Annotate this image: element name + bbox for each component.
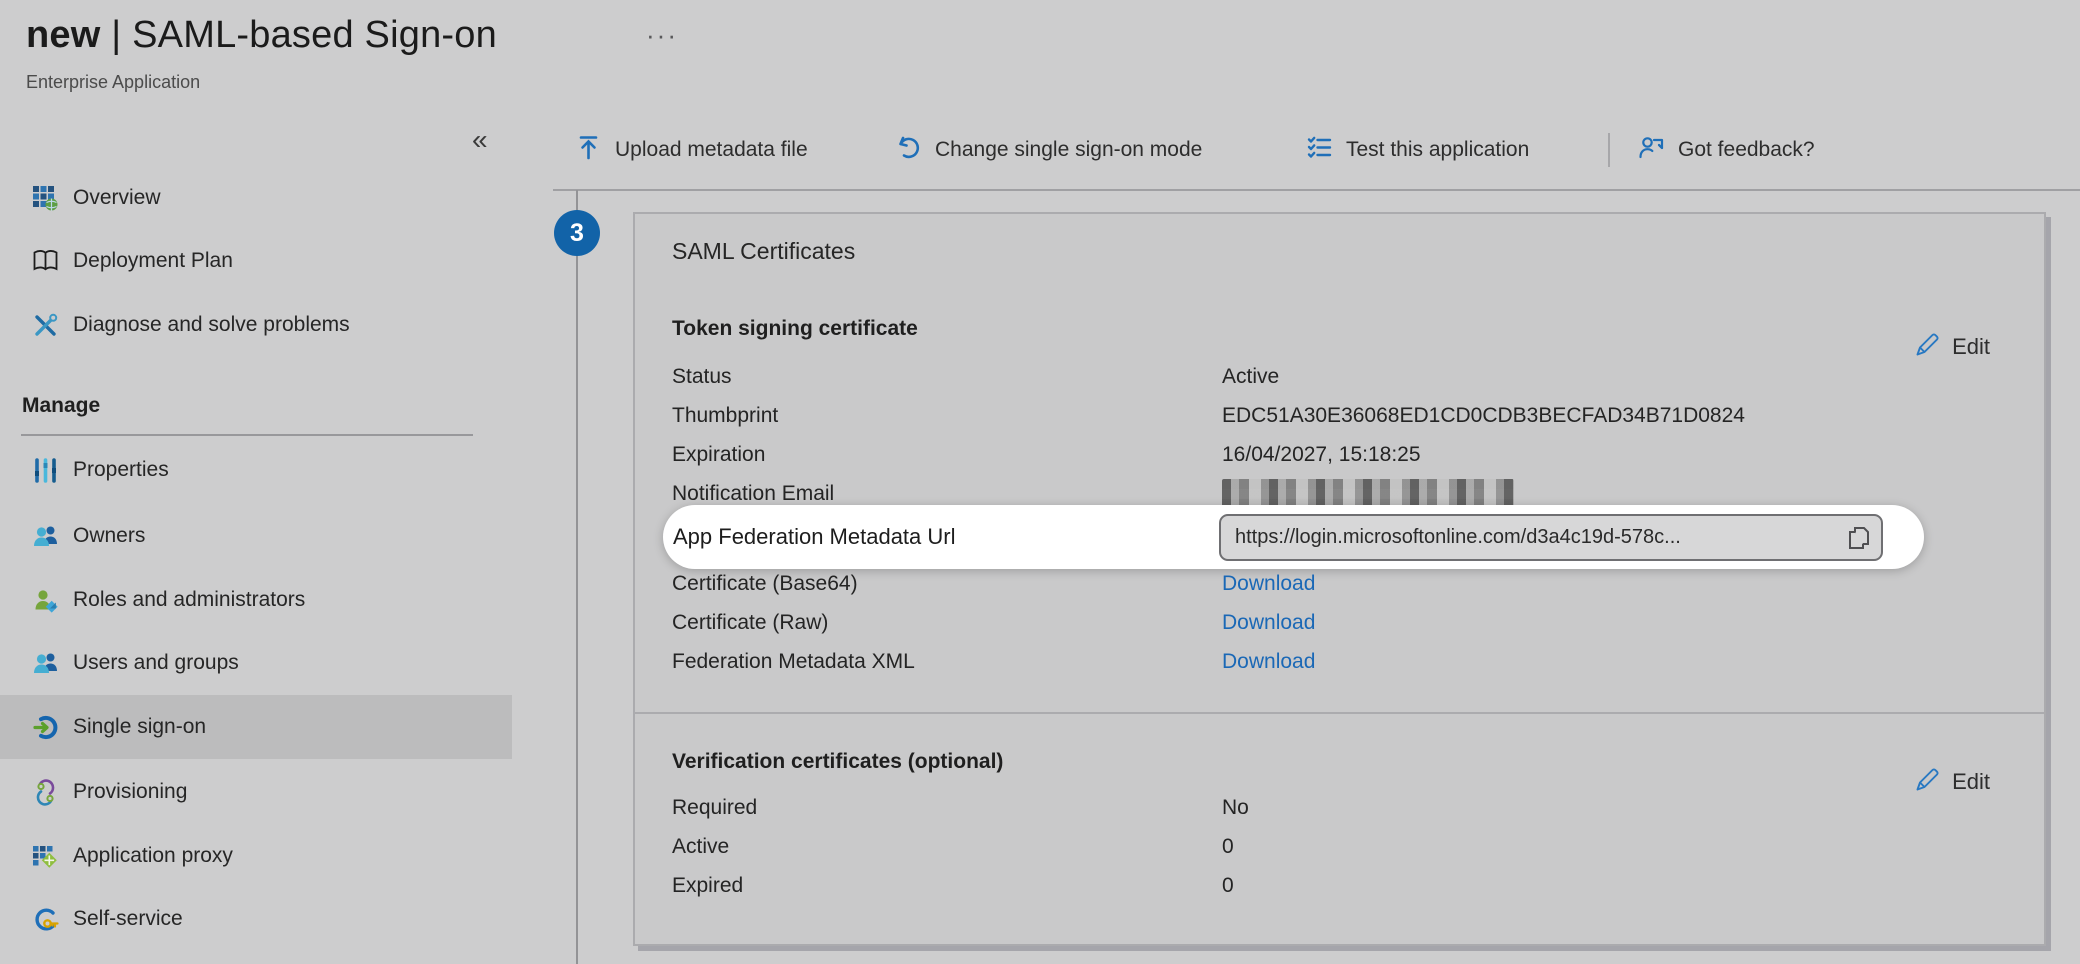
roles-icon [32,587,59,614]
row-certificate-raw: Certificate (Raw) Download [672,603,2007,642]
row-value: Active [1222,365,1279,389]
row-label: Required [672,796,1222,820]
row-label: Expiration [672,443,1222,467]
step-timeline [576,190,578,964]
toolbar-test-application-button[interactable]: Test this application [1306,128,1529,172]
sidebar-item-label: Roles and administrators [73,588,305,612]
more-menu-icon[interactable]: ··· [646,20,678,51]
section-divider [635,712,2044,714]
sidebar: Overview Deployment Plan Diagnose and so… [0,0,512,964]
download-link[interactable]: Download [1222,611,1315,635]
sidebar-item-label: Single sign-on [73,715,206,739]
sidebar-item-diagnose[interactable]: Diagnose and solve problems [0,293,512,357]
panel-title: SAML Certificates [672,238,855,265]
row-value: 0 [1222,835,1234,859]
sidebar-item-label: Diagnose and solve problems [73,313,350,337]
row-label: Certificate (Base64) [672,572,1222,596]
sidebar-item-label: Users and groups [73,651,239,675]
row-label: Active [672,835,1222,859]
application-proxy-icon [32,843,59,870]
row-certificate-base64: Certificate (Base64) Download [672,564,2007,603]
row-value: 16/04/2027, 15:18:25 [1222,443,1421,467]
undo-arrow-icon [895,134,922,166]
row-value: EDC51A30E36068ED1CD0CDB3BECFAD34B71D0824 [1222,404,1745,428]
row-value: 0 [1222,874,1234,898]
sidebar-item-label: Properties [73,458,169,482]
metadata-url-field-wrap [1219,514,1883,561]
owners-icon [32,523,59,550]
feedback-person-icon [1638,134,1665,166]
sidebar-item-roles[interactable]: Roles and administrators [0,568,512,632]
deployment-plan-icon [32,248,59,275]
row-expiration: Expiration 16/04/2027, 15:18:25 [672,435,2007,474]
toolbar-upload-metadata-button[interactable]: Upload metadata file [575,128,808,172]
download-link[interactable]: Download [1222,572,1315,596]
row-thumbprint: Thumbprint EDC51A30E36068ED1CD0CDB3BECFA… [672,396,2007,435]
step-3-badge: 3 [554,210,600,256]
sidebar-item-label: Overview [73,186,161,210]
row-label: Expired [672,874,1222,898]
sidebar-item-single-sign-on[interactable]: Single sign-on [0,695,512,759]
row-active: Active 0 [672,827,2007,866]
row-label: Thumbprint [672,404,1222,428]
users-groups-icon [32,650,59,677]
sidebar-item-owners[interactable]: Owners [0,504,512,568]
diagnose-icon [32,312,59,339]
toolbar-divider [553,189,2080,191]
toolbar-separator [1608,133,1610,167]
row-label: Notification Email [672,482,1222,506]
sidebar-divider [21,434,473,436]
sidebar-item-label: Deployment Plan [73,249,233,273]
redacted-email-value [1222,479,1514,509]
sidebar-item-label: Provisioning [73,780,187,804]
sidebar-item-label: Owners [73,524,145,548]
row-label: App Federation Metadata Url [673,524,1219,550]
checklist-icon [1306,134,1333,166]
overview-icon [32,185,59,212]
sidebar-item-label: Self-service [73,907,183,931]
sidebar-item-users-groups[interactable]: Users and groups [0,631,512,695]
provisioning-icon [32,779,59,806]
toolbar-item-label: Change single sign-on mode [935,138,1202,162]
self-service-icon [32,906,59,933]
row-required: Required No [672,788,2007,827]
row-status: Status Active [672,357,2007,396]
toolbar-feedback-button[interactable]: Got feedback? [1638,128,1815,172]
row-label: Status [672,365,1222,389]
row-label: Certificate (Raw) [672,611,1222,635]
download-link[interactable]: Download [1222,650,1315,674]
row-expired: Expired 0 [672,866,2007,905]
azure-portal-page: new | SAML-based Sign-on ··· Enterprise … [0,0,2080,964]
verification-certificates-heading: Verification certificates (optional) [672,750,1003,774]
sidebar-manage-header: Manage [22,394,322,418]
row-label: Federation Metadata XML [672,650,1222,674]
copy-icon[interactable] [1845,524,1873,552]
sidebar-item-deployment-plan[interactable]: Deployment Plan [0,229,512,293]
sidebar-item-label: Application proxy [73,844,233,868]
saml-certificates-panel: SAML Certificates Token signing certific… [633,212,2046,946]
sidebar-item-properties[interactable]: Properties [0,438,512,502]
sidebar-item-application-proxy[interactable]: Application proxy [0,824,512,888]
sidebar-item-provisioning[interactable]: Provisioning [0,760,512,824]
toolbar-item-label: Upload metadata file [615,138,808,162]
row-value: No [1222,796,1249,820]
single-sign-on-icon [32,714,59,741]
token-signing-heading: Token signing certificate [672,317,918,341]
toolbar-item-label: Got feedback? [1678,138,1815,162]
row-federation-metadata-xml: Federation Metadata XML Download [672,642,2007,681]
upload-icon [575,134,602,166]
toolbar-item-label: Test this application [1346,138,1529,162]
toolbar-change-sso-mode-button[interactable]: Change single sign-on mode [895,128,1202,172]
sidebar-item-overview[interactable]: Overview [0,166,512,230]
metadata-url-input[interactable] [1221,516,1881,559]
sidebar-item-self-service[interactable]: Self-service [0,887,512,951]
properties-icon [32,457,59,484]
app-federation-metadata-url-row: App Federation Metadata Url [663,505,1924,569]
